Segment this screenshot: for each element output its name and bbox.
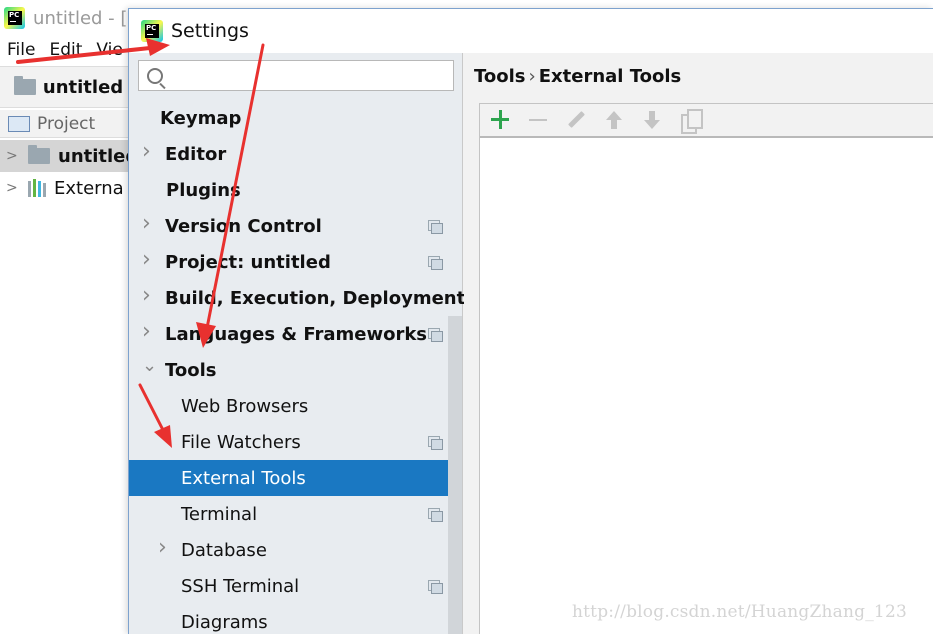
edit-tool-button[interactable] [564,108,588,132]
folder-icon [28,145,50,164]
settings-tree-item-label: Database [181,539,267,561]
project-level-icon [428,255,443,270]
chevron-right-icon[interactable]: › [142,247,156,272]
watermark: http://blog.csdn.net/HuangZhang_123 [572,602,907,622]
project-tree-item[interactable]: > Externa [0,172,140,204]
settings-tree-item[interactable]: SSH Terminal [129,568,462,604]
menu-file[interactable]: File [7,40,35,60]
chevron-right-icon[interactable]: › [142,283,156,308]
project-tree-item[interactable]: > untitled [0,140,140,172]
settings-tree-item-label: Languages & Frameworks [165,323,428,345]
settings-tree-item[interactable]: › Project: untitled [129,244,462,280]
tool-window-tab-project[interactable]: Project [37,114,95,134]
breadcrumb: Tools › External Tools [474,66,681,87]
ide-title: untitled - [C [33,7,140,29]
move-down-button[interactable] [640,108,664,132]
chevron-right-icon[interactable]: › [142,139,156,164]
search-icon [147,67,163,84]
pycharm-logo-icon: PC [141,20,163,42]
settings-tree-item-label: External Tools [181,467,306,489]
project-level-icon [428,327,443,342]
menu-view[interactable]: Vie [96,40,122,60]
chevron-right-icon[interactable]: › [142,319,156,344]
breadcrumb-separator: › [528,66,536,87]
project-tree-item-label: Externa [54,177,124,199]
chevron-right-icon[interactable]: › [158,535,172,560]
settings-tree-item[interactable]: › Languages & Frameworks [129,316,462,352]
settings-tree-item[interactable]: › Version Control [129,208,462,244]
chevron-down-icon[interactable]: ⌄ [142,355,157,376]
chevron-right-icon[interactable]: › [142,211,156,236]
breadcrumb-item: Tools [474,66,526,87]
project-tool-window-header: Project [0,110,140,138]
project-level-icon [428,435,443,450]
menu-edit[interactable]: Edit [49,40,82,60]
settings-tree-item[interactable]: Keymap [129,100,462,136]
chevron-right-icon[interactable]: > [6,148,28,164]
settings-tree-item-label: Terminal [181,503,258,525]
breadcrumb-item: External Tools [538,66,682,87]
settings-tree-item-label: Diagrams [181,611,268,633]
settings-tree-item[interactable]: › Build, Execution, Deployment [129,280,466,316]
settings-tree-item[interactable]: Web Browsers [129,388,462,424]
settings-tree-item-label: Tools [165,359,217,381]
settings-content-panel: Tools › External Tools [464,53,933,634]
settings-tree-item[interactable]: Plugins [129,172,462,208]
project-level-icon [428,579,443,594]
settings-tree-item[interactable]: › Editor [129,136,462,172]
settings-tree-item-label: SSH Terminal [181,575,300,597]
remove-tool-button[interactable] [526,108,550,132]
project-level-icon [428,507,443,522]
nav-breadcrumb-project[interactable]: untitled [43,77,123,98]
settings-tree-item-label: File Watchers [181,431,301,453]
navigation-bar: untitled › [0,66,140,108]
settings-tree-item-label: Build, Execution, Deployment [165,287,466,309]
add-tool-button[interactable] [488,108,512,132]
external-tools-list[interactable] [480,138,933,634]
settings-tree-item-label: Plugins [166,179,241,201]
folder-icon [14,76,36,95]
pycharm-logo-icon: PC [4,7,26,29]
ide-title-bar: PC untitled - [C [0,0,140,36]
settings-tree-item-label: Web Browsers [181,395,309,417]
sidebar-scrollbar[interactable] [448,316,462,634]
external-tools-panel [479,103,933,634]
settings-sidebar: Keymap › Editor Plugins › Version Control › Pro… [129,53,466,634]
settings-tree-item-label: Version Control [165,215,322,237]
move-up-button[interactable] [602,108,626,132]
settings-tree-item[interactable]: Diagrams [129,604,462,634]
external-tools-toolbar [480,104,933,138]
copy-tool-button[interactable] [678,108,703,134]
library-icon [28,179,46,197]
dialog-title: Settings [171,20,249,42]
settings-search-input[interactable] [171,66,453,85]
settings-search-box[interactable] [138,60,454,91]
settings-tree-item-label: Editor [165,143,227,165]
chevron-right-icon[interactable]: > [6,180,28,196]
settings-tree-item[interactable]: Terminal [129,496,462,532]
project-level-icon [428,219,443,234]
settings-tree-item[interactable]: › Database [129,532,462,568]
settings-tree-item-label: Keymap [160,107,242,129]
project-tree-item-label: untitled [58,145,139,167]
settings-dialog: PC Settings Keymap › Editor Plugins › Version… [128,8,933,634]
settings-tree-item[interactable]: File Watchers [129,424,462,460]
settings-tree-item-label: Project: untitled [165,251,331,273]
project-icon [8,115,30,132]
settings-tree-item[interactable]: External Tools [129,460,462,496]
ide-menu-bar: File Edit Vie [0,36,140,64]
dialog-title-bar: PC Settings [129,9,933,53]
settings-tree-item[interactable]: ⌄ Tools [129,352,462,388]
